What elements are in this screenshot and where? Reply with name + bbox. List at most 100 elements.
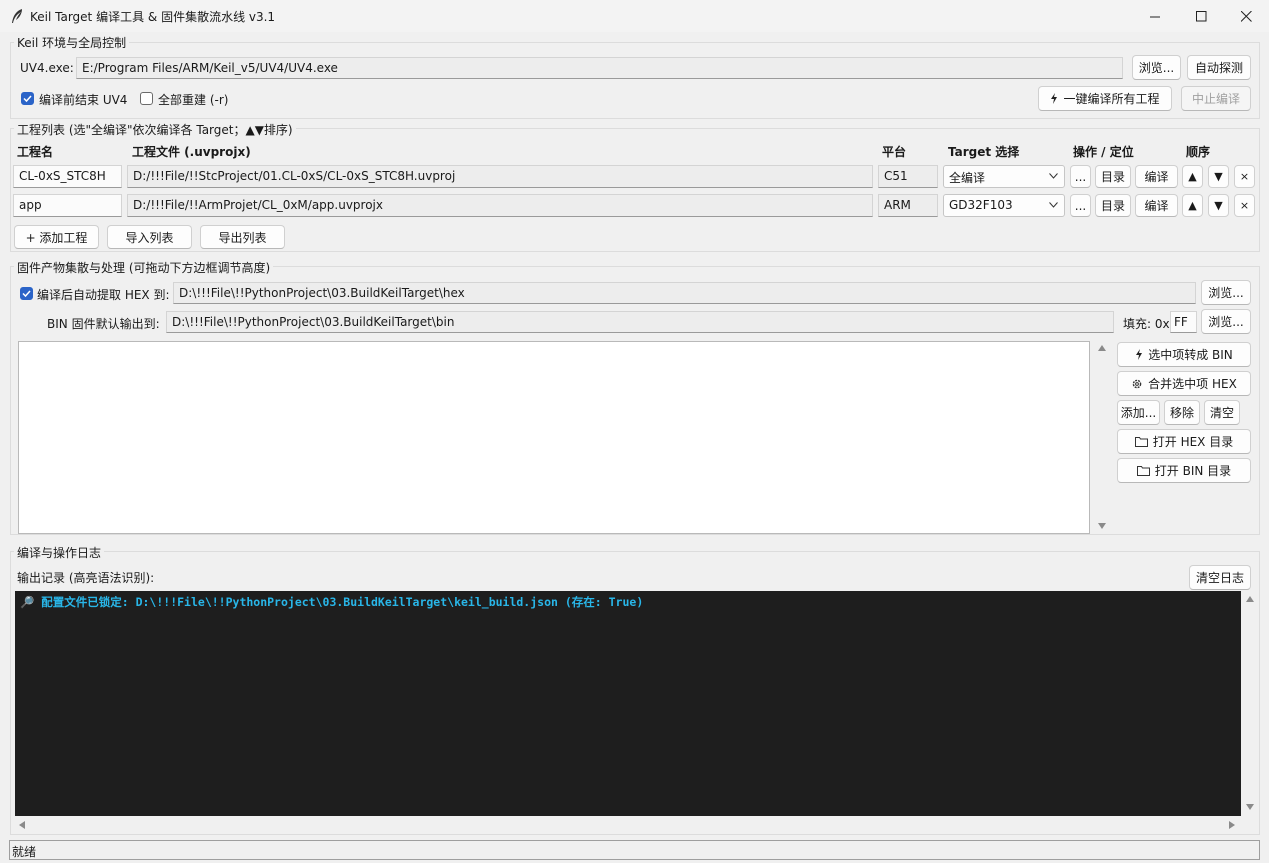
add-firmware-button[interactable]: 添加... [1117, 400, 1160, 425]
uv4-label: UV4.exe: [20, 61, 74, 75]
project-list-group-title: 工程列表 (选"全编译"依次编译各 Target；▲▼排序) [14, 121, 296, 138]
folder-icon [1136, 466, 1150, 476]
scroll-up-icon[interactable] [1098, 345, 1106, 351]
firmware-list-scrollbar[interactable] [1095, 341, 1109, 534]
open-bin-dir-button[interactable]: 打开 BIN 目录 [1117, 458, 1251, 483]
project-file-field[interactable]: D:/!!!File/!!ArmProjet/CL_0xM/app.uvproj… [127, 194, 873, 217]
bin-browse-button[interactable]: 浏览... [1201, 309, 1251, 334]
convert-to-bin-button[interactable]: 选中项转成 BIN [1117, 342, 1251, 367]
log-output-label: 输出记录 (高亮语法识别): [17, 571, 155, 585]
bin-output-label: BIN 固件默认输出到: [47, 317, 160, 331]
remove-firmware-button[interactable]: 移除 [1164, 400, 1200, 425]
folder-icon [1134, 437, 1148, 447]
target-select-value: 全编译 [949, 171, 986, 185]
log-output[interactable]: 🔎 配置文件已锁定: D:\!!!File\!!PythonProject\03… [15, 591, 1241, 816]
convert-to-bin-label: 选中项转成 BIN [1148, 348, 1233, 362]
target-select[interactable]: GD32F103 [943, 194, 1065, 217]
import-list-button[interactable]: 导入列表 [107, 225, 192, 249]
log-line: 🔎 配置文件已锁定: D:\!!!File\!!PythonProject\03… [20, 595, 644, 609]
row-move-down-button[interactable]: ▼ [1208, 165, 1229, 188]
window-title: Keil Target 编译工具 & 固件集散流水线 v3.1 [30, 10, 276, 24]
merge-hex-label: 合并选中项 HEX [1148, 377, 1237, 391]
uv4-path-field[interactable]: E:/Program Files/ARM/Keil_v5/UV4/UV4.exe [76, 57, 1123, 79]
merge-hex-button[interactable]: 合并选中项 HEX [1117, 371, 1251, 396]
stop-build-button[interactable]: 中止编译 [1181, 86, 1251, 111]
open-hex-dir-label: 打开 HEX 目录 [1152, 435, 1234, 449]
main-window: Keil Target 编译工具 & 固件集散流水线 v3.1 Keil 环境与… [0, 0, 1269, 863]
auto-detect-button[interactable]: 自动探测 [1187, 55, 1251, 80]
project-name-field[interactable]: CL-0xS_STC8H [13, 165, 122, 188]
project-file-field[interactable]: D:/!!!File/!!StcProject/01.CL-0xS/CL-0xS… [127, 165, 873, 188]
lightning-icon [1051, 93, 1058, 104]
uv4-browse-button[interactable]: 浏览... [1132, 55, 1181, 80]
log-horizontal-scrollbar[interactable] [15, 818, 1241, 830]
minimize-button[interactable] [1132, 0, 1178, 32]
hex-browse-button[interactable]: 浏览... [1201, 280, 1251, 305]
row-move-up-button[interactable]: ▲ [1182, 165, 1203, 188]
bin-output-path-field[interactable]: D:\!!!File\!!PythonProject\03.BuildKeilT… [166, 311, 1114, 333]
row-build-button[interactable]: 编译 [1135, 194, 1178, 217]
fill-value-field[interactable]: FF [1170, 311, 1197, 333]
scroll-up-icon[interactable] [1246, 596, 1254, 602]
close-icon [1240, 10, 1252, 22]
col-header-platform: 平台 [882, 145, 907, 159]
status-text: 就绪 [12, 845, 37, 859]
fill-label: 填充: 0x [1123, 317, 1170, 331]
row-build-button[interactable]: 编译 [1135, 165, 1178, 188]
feather-icon [12, 9, 22, 23]
rebuild-all-checkbox[interactable] [140, 92, 153, 105]
keil-env-group-title: Keil 环境与全局控制 [14, 34, 130, 51]
close-button[interactable] [1223, 0, 1269, 32]
scroll-down-icon[interactable] [1098, 523, 1106, 529]
row-move-up-button[interactable]: ▲ [1182, 194, 1203, 217]
col-header-order: 顺序 [1186, 145, 1211, 159]
close-uv4-checkbox[interactable] [21, 92, 34, 105]
log-vertical-scrollbar[interactable] [1243, 591, 1257, 816]
maximize-icon [1195, 10, 1206, 21]
scroll-left-icon[interactable] [19, 821, 25, 829]
row-remove-button[interactable]: × [1234, 194, 1255, 217]
chevron-down-icon [1049, 173, 1058, 179]
col-header-ops: 操作 / 定位 [1073, 145, 1134, 159]
build-all-button[interactable]: 一键编译所有工程 [1038, 86, 1172, 111]
close-uv4-label: 编译前结束 UV4 [39, 93, 128, 107]
status-bar: 就绪 [9, 840, 1260, 860]
minimize-icon [1149, 16, 1160, 17]
lightning-icon [1136, 349, 1143, 360]
row-dir-button[interactable]: 目录 [1095, 194, 1131, 217]
col-header-name: 工程名 [17, 145, 54, 159]
open-bin-dir-label: 打开 BIN 目录 [1154, 464, 1232, 478]
open-hex-dir-button[interactable]: 打开 HEX 目录 [1117, 429, 1251, 454]
check-icon [23, 95, 32, 103]
clear-firmware-button[interactable]: 清空 [1204, 400, 1240, 425]
check-icon [22, 290, 31, 298]
row-remove-button[interactable]: × [1234, 165, 1255, 188]
export-list-button[interactable]: 导出列表 [200, 225, 285, 249]
project-name-field[interactable]: app [13, 194, 122, 217]
scroll-right-icon[interactable] [1229, 821, 1235, 829]
maximize-button[interactable] [1178, 0, 1224, 32]
auto-extract-hex-label: 编译后自动提取 HEX 到: [37, 288, 170, 302]
auto-extract-hex-checkbox[interactable] [20, 287, 33, 300]
project-platform-field[interactable]: ARM [878, 194, 938, 217]
hex-output-path-field[interactable]: D:\!!!File\!!PythonProject\03.BuildKeilT… [173, 282, 1196, 304]
scroll-down-icon[interactable] [1246, 804, 1254, 810]
title-bar: Keil Target 编译工具 & 固件集散流水线 v3.1 [0, 0, 1269, 32]
gear-icon [1132, 379, 1142, 388]
firmware-file-list[interactable] [18, 341, 1090, 534]
firmware-group-title: 固件产物集散与处理 (可拖动下方边框调节高度) [14, 259, 274, 276]
row-more-button[interactable]: ... [1070, 194, 1091, 217]
row-more-button[interactable]: ... [1070, 165, 1091, 188]
log-group-title: 编译与操作日志 [14, 544, 105, 561]
clear-log-button[interactable]: 清空日志 [1189, 565, 1251, 590]
add-project-button[interactable]: + 添加工程 [14, 225, 99, 249]
build-all-label: 一键编译所有工程 [1063, 92, 1160, 106]
project-platform-field[interactable]: C51 [878, 165, 938, 188]
target-select[interactable]: 全编译 [943, 165, 1065, 188]
row-dir-button[interactable]: 目录 [1095, 165, 1131, 188]
col-header-target: Target 选择 [948, 145, 1020, 159]
row-move-down-button[interactable]: ▼ [1208, 194, 1229, 217]
chevron-down-icon [1049, 202, 1058, 208]
col-header-file: 工程文件 (.uvprojx) [132, 145, 251, 159]
rebuild-all-label: 全部重建 (-r) [158, 93, 229, 107]
